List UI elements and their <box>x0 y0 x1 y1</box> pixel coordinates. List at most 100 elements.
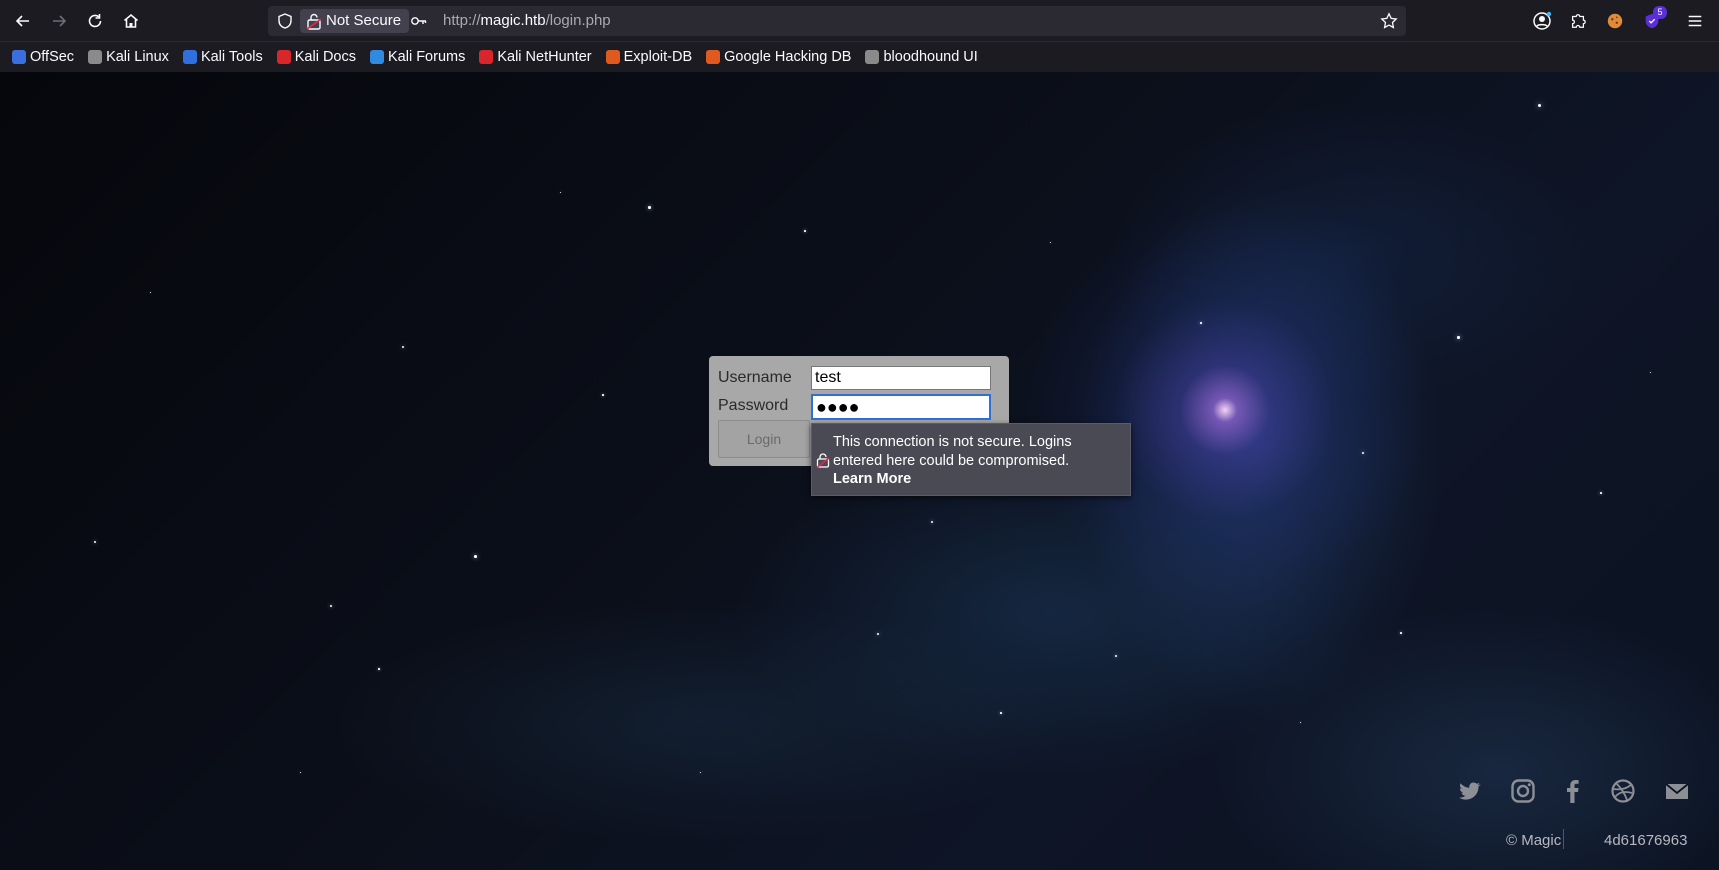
footer-divider <box>1563 829 1564 849</box>
star-decoration <box>931 521 933 523</box>
url-scheme: http:// <box>443 12 481 29</box>
puzzle-icon <box>1571 14 1586 28</box>
extensions-button[interactable] <box>1567 10 1589 32</box>
extension-badge: 5 <box>1653 6 1667 19</box>
reload-button[interactable] <box>83 9 107 33</box>
home-icon <box>123 13 139 28</box>
bookmark-favicon-icon <box>865 50 880 64</box>
star-decoration <box>804 230 806 232</box>
bookmarks-toolbar: OffSec Kali Linux Kali Tools Kali Docs Kali … <box>0 42 1719 72</box>
reload-icon <box>88 14 102 28</box>
star-decoration <box>1362 452 1364 454</box>
cookie-icon <box>1607 13 1623 29</box>
star-decoration <box>1457 336 1460 339</box>
bookmark-favicon-icon <box>369 50 384 64</box>
star-decoration <box>877 633 879 635</box>
star-decoration <box>700 772 702 774</box>
username-label: Username <box>718 369 792 386</box>
star-decoration <box>1600 492 1602 494</box>
star-decoration <box>474 555 477 558</box>
login-button[interactable]: Login <box>718 420 810 458</box>
dribbble-icon[interactable] <box>1610 778 1636 804</box>
bookmark-item[interactable]: Google Hacking DB <box>706 49 851 65</box>
star-decoration <box>378 668 380 670</box>
account-button[interactable] <box>1531 10 1553 32</box>
browser-toolbar: Not Secure http://magic.htb/login.php 5 <box>0 0 1719 42</box>
warning-message: This connection is not secure. Logins en… <box>833 434 1072 469</box>
bookmark-label: Kali Tools <box>200 49 263 65</box>
bookmark-label: Exploit-DB <box>623 49 693 65</box>
bookmark-label: Kali Forums <box>387 49 466 65</box>
bookmark-favicon-icon <box>182 50 197 64</box>
star-decoration <box>648 206 651 209</box>
bookmark-favicon-icon <box>479 50 494 64</box>
bookmark-label: Google Hacking DB <box>724 49 852 65</box>
insecure-lock-icon <box>306 13 322 30</box>
bookmark-item[interactable]: Kali Forums <box>369 49 466 65</box>
insecure-login-warning: This connection is not secure. Logins en… <box>811 423 1131 496</box>
not-secure-indicator[interactable]: Not Secure <box>300 9 410 33</box>
url-host: magic.htb <box>480 12 546 29</box>
bookmark-item[interactable]: Kali Tools <box>182 49 263 65</box>
bookmark-item[interactable]: Kali NetHunter <box>479 49 592 65</box>
home-button[interactable] <box>119 9 143 33</box>
url-text[interactable]: http://magic.htb/login.php <box>443 12 611 29</box>
star-decoration <box>94 541 96 543</box>
star-decoration <box>1000 712 1002 714</box>
back-button[interactable] <box>11 9 35 33</box>
username-input[interactable]: test <box>811 366 991 390</box>
star-decoration <box>1200 322 1202 324</box>
bookmark-favicon-icon <box>276 50 291 64</box>
star-decoration <box>602 394 604 396</box>
security-label: Not Secure <box>326 12 402 29</box>
star-decoration <box>1300 722 1302 724</box>
forward-arrow-icon <box>53 15 67 27</box>
star-decoration <box>1050 242 1052 244</box>
star-decoration <box>402 346 404 348</box>
password-label: Password <box>718 397 789 414</box>
bookmark-star-icon[interactable] <box>1380 12 1398 30</box>
hamburger-menu-icon <box>1688 15 1702 27</box>
copyright-text: © Magic <box>1506 832 1562 849</box>
back-arrow-icon <box>15 15 29 27</box>
learn-more-link[interactable]: Learn More <box>833 471 911 487</box>
bookmark-label: bloodhound UI <box>883 49 978 65</box>
star-decoration <box>1650 372 1652 374</box>
bookmark-favicon-icon <box>12 50 26 64</box>
tracking-shield-icon[interactable] <box>276 12 294 30</box>
mail-icon[interactable] <box>1664 778 1690 804</box>
bookmark-item[interactable]: OffSec <box>12 49 74 65</box>
page-background: Username test Password ●●●● Login This c… <box>0 72 1719 870</box>
browser-window: Not Secure http://magic.htb/login.php 5 … <box>0 0 1719 870</box>
bookmark-item[interactable]: bloodhound UI <box>865 49 978 65</box>
star-decoration <box>1538 104 1541 107</box>
url-bar[interactable]: Not Secure http://magic.htb/login.php <box>268 6 1406 36</box>
star-decoration <box>330 605 332 607</box>
star-decoration <box>300 772 302 774</box>
bookmark-favicon-icon <box>605 50 620 64</box>
bookmark-item[interactable]: Kali Linux <box>88 49 169 65</box>
bookmark-label: Kali Docs <box>294 49 356 65</box>
account-icon <box>1533 11 1552 30</box>
forward-button[interactable] <box>47 9 71 33</box>
twitter-icon[interactable] <box>1457 778 1483 804</box>
star-decoration <box>1400 632 1402 634</box>
key-icon[interactable] <box>410 12 428 30</box>
cookie-extension-button[interactable] <box>1604 10 1626 32</box>
instagram-icon[interactable] <box>1510 778 1536 804</box>
bookmark-item[interactable]: Kali Docs <box>276 49 356 65</box>
footer-hash: 4d61676963 <box>1604 832 1688 849</box>
password-input[interactable]: ●●●● <box>811 394 991 420</box>
menu-button[interactable] <box>1684 10 1706 32</box>
facebook-icon[interactable] <box>1560 778 1586 804</box>
star-decoration <box>150 292 152 294</box>
bookmark-label: OffSec <box>30 49 75 65</box>
insecure-lock-icon <box>816 453 830 468</box>
bookmark-item[interactable]: Exploit-DB <box>605 49 693 65</box>
bookmark-label: Kali Linux <box>106 49 169 65</box>
url-path: /login.php <box>545 12 611 29</box>
star-decoration <box>560 192 562 194</box>
star-decoration <box>1115 655 1117 657</box>
bookmark-label: Kali NetHunter <box>497 49 592 65</box>
bookmark-favicon-icon <box>88 50 103 64</box>
